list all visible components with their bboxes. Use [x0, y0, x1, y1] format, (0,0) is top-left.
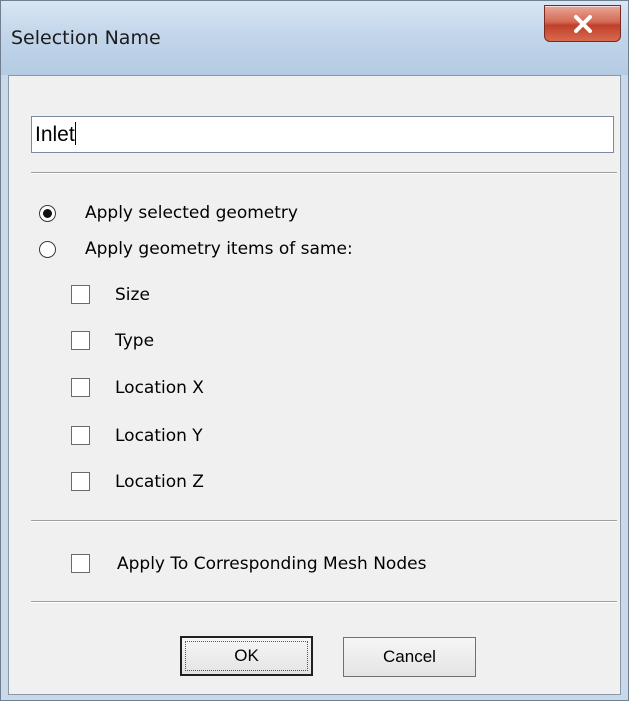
radio-label: Apply geometry items of same: [85, 239, 353, 259]
selection-name-input[interactable]: Inlet [31, 116, 614, 153]
radio-button[interactable] [39, 205, 56, 222]
radio-apply-geometry-items-of-same[interactable]: Apply geometry items of same: [39, 239, 439, 261]
checkbox-location-y[interactable]: Location Y [71, 425, 271, 447]
close-x-icon [574, 15, 592, 33]
checkbox-label: Location X [115, 378, 204, 398]
checkbox-apply-to-mesh-nodes[interactable]: Apply To Corresponding Mesh Nodes [71, 553, 491, 575]
dialog-body: Inlet Apply selected geometry Apply geom… [8, 75, 621, 695]
checkbox[interactable] [71, 285, 90, 304]
checkbox[interactable] [71, 426, 90, 445]
separator-top [31, 172, 617, 174]
checkbox[interactable] [71, 554, 90, 573]
cancel-button[interactable]: Cancel [343, 637, 476, 677]
cancel-button-label: Cancel [383, 647, 436, 666]
text-caret [74, 122, 76, 145]
ok-button[interactable]: OK [180, 636, 313, 676]
radio-button[interactable] [39, 241, 56, 258]
checkbox-label: Location Z [115, 472, 204, 492]
checkbox-size[interactable]: Size [71, 284, 271, 306]
separator-middle [31, 520, 617, 522]
window-title: Selection Name [11, 27, 161, 49]
checkbox-location-x[interactable]: Location X [71, 377, 271, 399]
checkbox[interactable] [71, 331, 90, 350]
checkbox[interactable] [71, 378, 90, 397]
checkbox-label: Type [115, 331, 155, 351]
title-bar[interactable]: Selection Name [1, 1, 628, 75]
separator-bottom [31, 601, 617, 603]
checkbox-label: Location Y [115, 426, 203, 446]
selection-name-dialog: Selection Name Inlet Apply selected geom… [0, 0, 629, 701]
selection-name-value: Inlet [35, 123, 75, 146]
radio-label: Apply selected geometry [85, 203, 298, 223]
checkbox-label: Apply To Corresponding Mesh Nodes [117, 554, 427, 574]
radio-apply-selected-geometry[interactable]: Apply selected geometry [39, 203, 439, 225]
checkbox-type[interactable]: Type [71, 330, 271, 352]
focus-ring [185, 641, 308, 671]
checkbox-label: Size [115, 285, 150, 305]
close-button[interactable] [544, 5, 621, 42]
checkbox-location-z[interactable]: Location Z [71, 471, 271, 493]
checkbox[interactable] [71, 472, 90, 491]
